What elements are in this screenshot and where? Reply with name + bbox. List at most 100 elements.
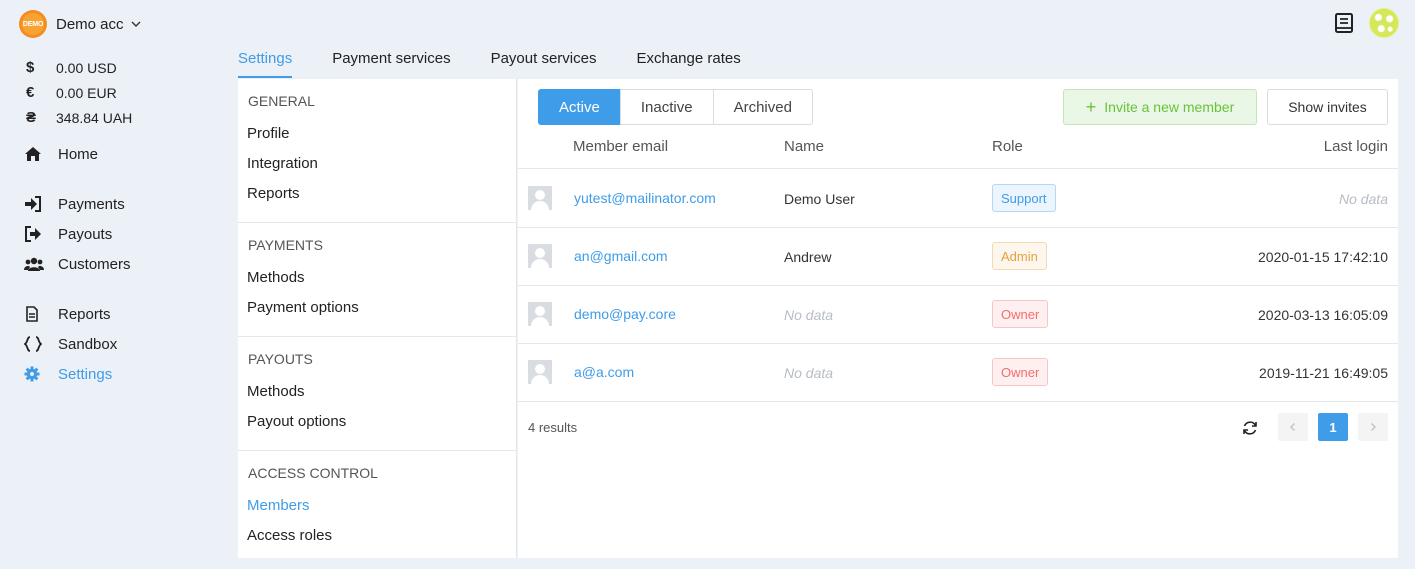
account-name: Demo acc [56,15,124,33]
role-badge: Admin [992,242,1047,270]
submenu-item-access-roles[interactable]: Access roles [238,521,516,551]
plus-icon: + [1085,97,1097,117]
member-email-link[interactable]: an@gmail.com [574,248,668,264]
filter-active-button[interactable]: Active [538,89,621,125]
member-name: Andrew [784,249,832,265]
role-badge: Owner [992,358,1049,386]
sidebar-item-home[interactable]: Home [24,141,204,167]
show-invites-button[interactable]: Show invites [1267,89,1388,125]
results-count: 4 results [528,420,578,435]
sidebar-item-label: Home [58,145,99,163]
balances-list: $ 0.00 USD € 0.00 EUR ₴ 348.84 UAH [26,55,132,130]
table-row: an@gmail.com Andrew Admin 2020-01-15 17:… [518,228,1398,286]
dollar-icon: $ [26,59,35,76]
submenu-item-reports[interactable]: Reports [238,179,516,209]
user-avatar-placeholder-icon [528,360,552,384]
last-login: No data [1338,191,1388,207]
balance-eur: € 0.00 EUR [26,80,132,105]
last-login: 2020-03-13 16:05:09 [1258,307,1388,323]
member-email-link[interactable]: demo@pay.core [574,306,676,322]
sidebar-item-label: Settings [58,365,113,383]
balance-amount: 0.00 USD [56,59,117,76]
member-email-link[interactable]: a@a.com [574,364,634,380]
column-header-name: Name [784,138,825,155]
member-name: No data [784,307,834,323]
chevron-right-icon [1371,423,1376,431]
filter-archived-button[interactable]: Archived [712,89,813,125]
balance-amount: 348.84 UAH [56,109,133,126]
user-avatar-placeholder-icon [528,186,552,210]
user-avatar[interactable] [1369,8,1399,38]
last-login: 2019-11-21 16:49:05 [1259,365,1388,381]
submenu-item-members[interactable]: Members [238,491,516,521]
section-title: ACCESS CONTROL [248,465,378,481]
tab-payout-services[interactable]: Payout services [491,44,597,78]
submenu-section-access-control: ACCESS CONTROL Members Access roles [238,451,516,564]
section-title: PAYMENTS [248,237,323,253]
submenu-section-general: GENERAL Profile Integration Reports [238,79,516,223]
chevron-down-icon [131,21,141,27]
account-logo: DEMO [19,10,47,38]
submenu-item-payment-options[interactable]: Payment options [238,293,516,323]
submenu-item-profile[interactable]: Profile [238,119,516,149]
users-icon [24,256,58,272]
sidebar-item-customers[interactable]: Customers [24,251,204,277]
last-login: 2020-01-15 17:42:10 [1258,249,1388,265]
table-footer: 4 results 1 [518,413,1398,443]
sidebar-item-label: Payments [58,195,125,213]
next-page-button[interactable] [1358,413,1388,441]
refresh-icon[interactable] [1241,419,1259,437]
submenu-section-payments: PAYMENTS Methods Payment options [238,223,516,337]
balance-usd: $ 0.00 USD [26,55,132,80]
member-email-link[interactable]: yutest@mailinator.com [574,190,716,206]
hryvnia-icon: ₴ [26,109,37,126]
invite-member-label: Invite a new member [1104,99,1235,115]
user-avatar-placeholder-icon [528,302,552,326]
balance-amount: 0.00 EUR [56,84,117,101]
chevron-left-icon [1290,423,1295,431]
column-header-last-login: Last login [1323,138,1388,155]
top-right-toolbar [1333,8,1399,38]
sidebar-item-label: Payouts [58,225,113,243]
sidebar-item-settings[interactable]: Settings [24,361,204,387]
sign-out-icon [24,226,58,242]
settings-submenu: GENERAL Profile Integration Reports PAYM… [238,79,517,558]
tab-settings[interactable]: Settings [238,44,293,78]
submenu-item-payment-methods[interactable]: Methods [238,263,516,293]
role-badge: Support [992,184,1056,212]
user-avatar-placeholder-icon [528,244,552,268]
submenu-item-payout-options[interactable]: Payout options [238,407,516,437]
sidebar-item-payouts[interactable]: Payouts [24,221,204,247]
submenu-item-payout-methods[interactable]: Methods [238,377,516,407]
account-switcher[interactable]: DEMO Demo acc [19,10,142,38]
page-number-button[interactable]: 1 [1318,413,1348,441]
sidebar-item-label: Customers [58,255,131,273]
balance-uah: ₴ 348.84 UAH [26,105,132,130]
tab-payment-services[interactable]: Payment services [332,44,450,78]
table-header: Member email Name Role Last login [518,135,1398,169]
filter-inactive-button[interactable]: Inactive [619,89,714,125]
sidebar-item-sandbox[interactable]: Sandbox [24,331,204,357]
column-header-email: Member email [573,138,669,155]
file-icon [24,306,58,322]
sidebar-item-reports[interactable]: Reports [24,301,204,327]
submenu-section-payouts: PAYOUTS Methods Payout options [238,337,516,451]
sidebar-item-label: Sandbox [58,335,118,353]
tab-exchange-rates[interactable]: Exchange rates [636,44,740,78]
table-row: a@a.com No data Owner 2019-11-21 16:49:0… [518,344,1398,402]
section-title: PAYOUTS [248,351,313,367]
code-braces-icon [24,336,58,352]
sidebar-item-payments[interactable]: Payments [24,191,204,217]
euro-icon: € [26,84,35,101]
member-name: Demo User [784,191,855,207]
sign-in-icon [24,196,58,212]
invite-member-button[interactable]: + Invite a new member [1063,89,1257,125]
submenu-item-integration[interactable]: Integration [238,149,516,179]
members-panel: Active Inactive Archived + Invite a new … [518,79,1398,558]
table-row: yutest@mailinator.com Demo User Support … [518,170,1398,228]
book-icon[interactable] [1333,12,1355,34]
prev-page-button[interactable] [1278,413,1308,441]
role-badge: Owner [992,300,1049,328]
table-row: demo@pay.core No data Owner 2020-03-13 1… [518,286,1398,344]
status-filter: Active Inactive Archived [538,89,813,125]
